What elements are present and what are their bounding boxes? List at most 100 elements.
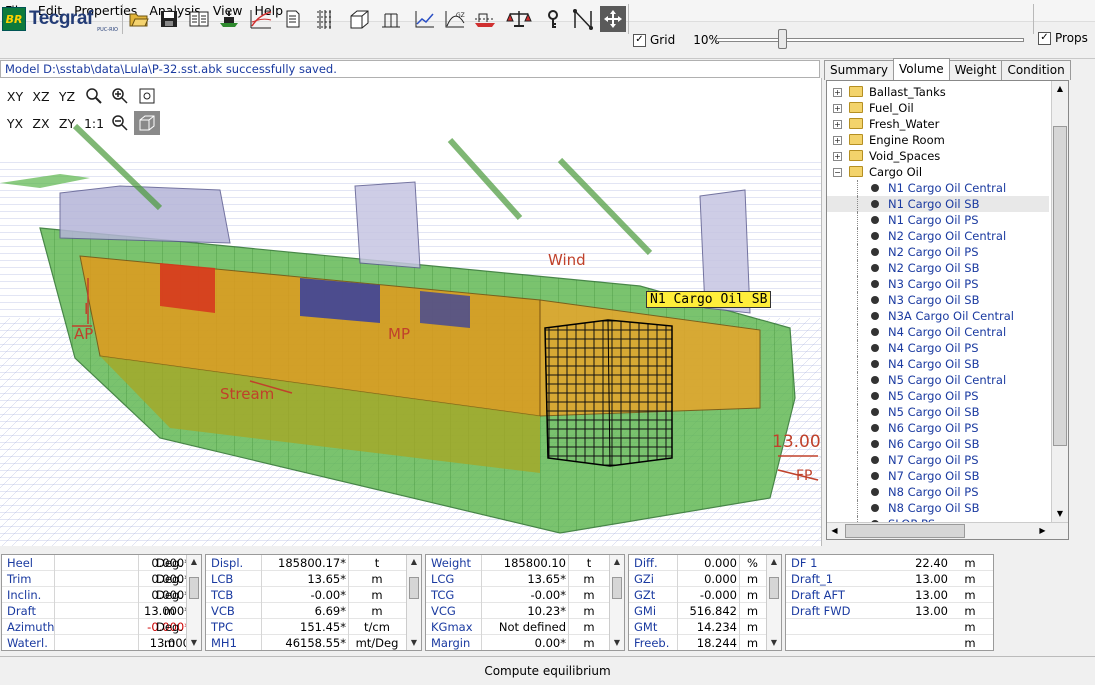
scroll-up-icon[interactable]: ▲ — [1052, 81, 1068, 96]
view-yx-button[interactable]: YX — [2, 111, 28, 135]
value-row[interactable]: GZt -0.000 m — [629, 587, 781, 603]
value-row[interactable]: Waterl. 13.000 m — [2, 635, 201, 650]
expand-icon[interactable]: + — [833, 152, 842, 161]
view-xy-button[interactable]: XY — [2, 84, 28, 108]
panel-scrollbar[interactable]: ▲ ▼ — [766, 555, 781, 650]
panel-scroll-thumb[interactable] — [612, 577, 622, 599]
panel-scrollbar[interactable]: ▲ ▼ — [406, 555, 421, 650]
value-row[interactable]: MH1 46158.55* mt/Deg — [206, 635, 421, 650]
hull-chart-icon[interactable] — [472, 6, 498, 32]
value-row[interactable]: Trim 0.000* Deg. — [2, 571, 201, 587]
book-icon[interactable] — [186, 6, 212, 32]
scroll-down-icon[interactable]: ▼ — [610, 636, 624, 650]
tree-item[interactable]: N2 Cargo Oil PS — [827, 244, 1049, 260]
tree-vertical-scrollbar[interactable]: ▲ ▼ — [1051, 81, 1068, 522]
tree-folder[interactable]: + Void_Spaces — [827, 148, 1049, 164]
value-row[interactable]: TCG -0.00* m — [426, 587, 624, 603]
move-icon[interactable] — [600, 6, 626, 32]
tree-horizontal-scrollbar[interactable]: ◀ ▶ — [827, 522, 1068, 539]
scroll-down-icon[interactable]: ▼ — [767, 636, 781, 650]
value-row[interactable]: TPC 151.45* t/cm — [206, 619, 421, 635]
tree-item[interactable]: N7 Cargo Oil SB — [827, 468, 1049, 484]
value-row[interactable]: Freeb. 18.244 m — [629, 635, 781, 650]
scroll-up-icon[interactable]: ▲ — [610, 555, 624, 569]
panel-scrollbar[interactable]: ▲ ▼ — [609, 555, 624, 650]
tree-folder-open[interactable]: − Cargo Oil — [827, 164, 1049, 180]
value-row[interactable]: Draft FWD 13.00 m — [786, 603, 993, 619]
tree-item[interactable]: N5 Cargo Oil PS — [827, 388, 1049, 404]
value-row[interactable]: Margin 0.00* m — [426, 635, 624, 650]
tab-condition[interactable]: Condition — [1001, 60, 1071, 80]
balance-icon[interactable] — [506, 6, 532, 32]
open-icon[interactable] — [126, 6, 152, 32]
value-row[interactable]: Displ. 185800.17* t — [206, 555, 421, 571]
zoom-out-icon[interactable] — [107, 111, 133, 135]
tab-weight[interactable]: Weight — [948, 60, 1003, 80]
scroll-up-icon[interactable]: ▲ — [407, 555, 421, 569]
scroll-up-icon[interactable]: ▲ — [187, 555, 201, 569]
value-row[interactable]: Draft_1 13.00 m — [786, 571, 993, 587]
curves-icon[interactable] — [248, 6, 274, 32]
tab-summary[interactable]: Summary — [824, 60, 894, 80]
tree-item[interactable]: N2 Cargo Oil SB — [827, 260, 1049, 276]
tab-volume[interactable]: Volume — [893, 58, 950, 80]
value-row[interactable]: Inclin. 0.000* Deg. — [2, 587, 201, 603]
value-row[interactable]: TCB -0.00* m — [206, 587, 421, 603]
value-row[interactable]: GMi 516.842 m — [629, 603, 781, 619]
value-row[interactable]: LCB 13.65* m — [206, 571, 421, 587]
ship-load-icon[interactable] — [216, 6, 242, 32]
tree-item[interactable]: N3 Cargo Oil PS — [827, 276, 1049, 292]
props-checkbox[interactable]: ✓ — [1038, 31, 1051, 45]
expand-icon[interactable]: + — [833, 104, 842, 113]
scroll-right-icon[interactable]: ▶ — [1035, 523, 1050, 539]
tree-item[interactable]: N3A Cargo Oil Central — [827, 308, 1049, 324]
tree-item[interactable]: N1 Cargo Oil SB — [827, 196, 1049, 212]
collapse-icon[interactable]: − — [833, 168, 842, 177]
value-row[interactable]: VCG 10.23* m — [426, 603, 624, 619]
tree-item[interactable]: N5 Cargo Oil Central — [827, 372, 1049, 388]
tree-hscroll-thumb[interactable] — [845, 524, 965, 538]
tree-item[interactable]: N6 Cargo Oil SB — [827, 436, 1049, 452]
value-row[interactable]: m — [786, 619, 993, 635]
tree-item[interactable]: N4 Cargo Oil Central — [827, 324, 1049, 340]
tree-item[interactable]: N2 Cargo Oil Central — [827, 228, 1049, 244]
panel-scroll-thumb[interactable] — [769, 577, 779, 599]
expand-icon[interactable]: + — [833, 88, 842, 97]
value-row[interactable]: Diff. 0.000% — [629, 555, 781, 571]
view-yz-button[interactable]: YZ — [54, 84, 80, 108]
tree-item[interactable]: N5 Cargo Oil SB — [827, 404, 1049, 420]
view-1to1-button[interactable]: 1:1 — [81, 111, 107, 135]
zoom-window-icon[interactable] — [81, 84, 107, 108]
value-row[interactable]: DF 1 22.40 m — [786, 555, 993, 571]
tree-scroll-thumb[interactable] — [1053, 126, 1067, 446]
value-row[interactable]: m — [786, 635, 993, 650]
panel-scroll-thumb[interactable] — [409, 577, 419, 599]
volume-tree[interactable]: + Ballast_Tanks + Fuel_Oil + Fresh_Water + Engi… — [826, 80, 1069, 540]
expand-icon[interactable]: + — [833, 136, 842, 145]
value-row[interactable]: Draft AFT 13.00 m — [786, 587, 993, 603]
tree-folder[interactable]: + Fresh_Water — [827, 116, 1049, 132]
tree-item[interactable]: N3 Cargo Oil SB — [827, 292, 1049, 308]
value-row[interactable]: Draft 13.000* m — [2, 603, 201, 619]
box-3d-icon[interactable] — [346, 6, 372, 32]
value-row[interactable]: Weight 185800.10 t — [426, 555, 624, 571]
value-row[interactable]: GMt 14.234 m — [629, 619, 781, 635]
zoom-slider-track[interactable] — [716, 38, 1024, 42]
document-icon[interactable] — [280, 6, 306, 32]
value-row[interactable]: Azimuth -0.000* Deg. — [2, 619, 201, 635]
scroll-down-icon[interactable]: ▼ — [1052, 506, 1068, 521]
path-icon[interactable] — [570, 6, 596, 32]
view-3d-icon[interactable] — [134, 111, 160, 135]
fit-view-icon[interactable] — [134, 84, 160, 108]
ship-3d-viewport[interactable]: N1 Cargo Oil SB Wind Stream AP FP MP 13.… — [0, 78, 822, 546]
tree-item[interactable]: N1 Cargo Oil Central — [827, 180, 1049, 196]
tree-item[interactable]: N8 Cargo Oil SB — [827, 500, 1049, 516]
scroll-left-icon[interactable]: ◀ — [827, 523, 842, 539]
save-icon[interactable] — [156, 6, 182, 32]
tree-item[interactable]: N4 Cargo Oil SB — [827, 356, 1049, 372]
tree-item[interactable]: N7 Cargo Oil PS — [827, 452, 1049, 468]
bars-icon[interactable] — [378, 6, 404, 32]
scroll-up-icon[interactable]: ▲ — [767, 555, 781, 569]
tree-folder[interactable]: + Engine Room — [827, 132, 1049, 148]
expand-icon[interactable]: + — [833, 120, 842, 129]
